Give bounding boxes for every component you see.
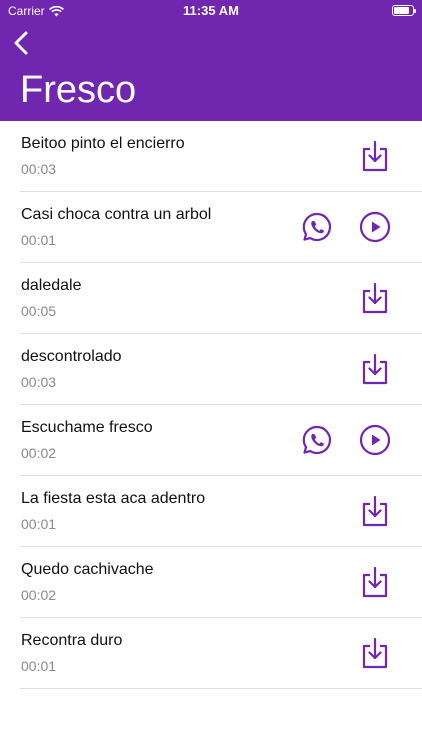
item-duration: 00:02 bbox=[21, 445, 57, 461]
item-duration: 00:01 bbox=[21, 658, 57, 674]
play-button[interactable] bbox=[356, 421, 394, 459]
status-bar: Carrier 11:35 AM bbox=[0, 0, 422, 22]
list-item[interactable]: descontrolado 00:03 bbox=[0, 334, 422, 405]
item-duration: 00:05 bbox=[21, 303, 57, 319]
whatsapp-button[interactable] bbox=[298, 421, 336, 459]
item-title: daledale bbox=[21, 277, 82, 294]
download-button[interactable] bbox=[356, 563, 394, 601]
whatsapp-icon bbox=[302, 212, 332, 242]
list-item[interactable]: Escuchame fresco 00:02 bbox=[0, 405, 422, 476]
item-title: Beitoo pinto el encierro bbox=[21, 135, 185, 152]
whatsapp-icon bbox=[302, 425, 332, 455]
download-button[interactable] bbox=[356, 492, 394, 530]
status-time: 11:35 AM bbox=[183, 3, 239, 18]
item-title: Recontra duro bbox=[21, 632, 123, 649]
item-duration: 00:01 bbox=[21, 232, 57, 248]
item-title: descontrolado bbox=[21, 348, 122, 365]
audio-list: Beitoo pinto el encierro 00:03 Casi choca… bbox=[0, 121, 422, 689]
list-item[interactable]: Casi choca contra un arbol 00:01 bbox=[0, 192, 422, 263]
play-button[interactable] bbox=[356, 208, 394, 246]
play-icon bbox=[359, 424, 391, 456]
item-duration: 00:03 bbox=[21, 161, 57, 177]
list-item[interactable]: Recontra duro 00:01 bbox=[0, 618, 422, 689]
item-duration: 00:02 bbox=[21, 587, 57, 603]
whatsapp-button[interactable] bbox=[298, 208, 336, 246]
download-icon bbox=[362, 353, 388, 385]
item-title: Quedo cachivache bbox=[21, 561, 154, 578]
list-item[interactable]: La fiesta esta aca adentro 00:01 bbox=[0, 476, 422, 547]
download-button[interactable] bbox=[356, 279, 394, 317]
download-icon bbox=[362, 140, 388, 172]
item-duration: 00:01 bbox=[21, 516, 57, 532]
item-title: Escuchame fresco bbox=[21, 419, 153, 436]
list-item[interactable]: Quedo cachivache 00:02 bbox=[0, 547, 422, 618]
list-item[interactable]: daledale 00:05 bbox=[0, 263, 422, 334]
battery-icon bbox=[392, 5, 416, 16]
download-icon bbox=[362, 282, 388, 314]
download-icon bbox=[362, 495, 388, 527]
item-title: La fiesta esta aca adentro bbox=[21, 490, 206, 507]
download-icon bbox=[362, 637, 388, 669]
item-duration: 00:03 bbox=[21, 374, 57, 390]
download-button[interactable] bbox=[356, 137, 394, 175]
download-button[interactable] bbox=[356, 634, 394, 672]
item-title: Casi choca contra un arbol bbox=[21, 206, 212, 223]
download-icon bbox=[362, 566, 388, 598]
back-button[interactable] bbox=[8, 28, 34, 58]
page-title: Fresco bbox=[20, 69, 137, 111]
list-item[interactable]: Beitoo pinto el encierro 00:03 bbox=[0, 121, 422, 192]
battery-fill bbox=[394, 7, 409, 14]
chevron-left-icon bbox=[14, 31, 28, 55]
nav-header: Carrier 11:35 AM Fresco bbox=[0, 0, 422, 121]
play-icon bbox=[359, 211, 391, 243]
download-button[interactable] bbox=[356, 350, 394, 388]
